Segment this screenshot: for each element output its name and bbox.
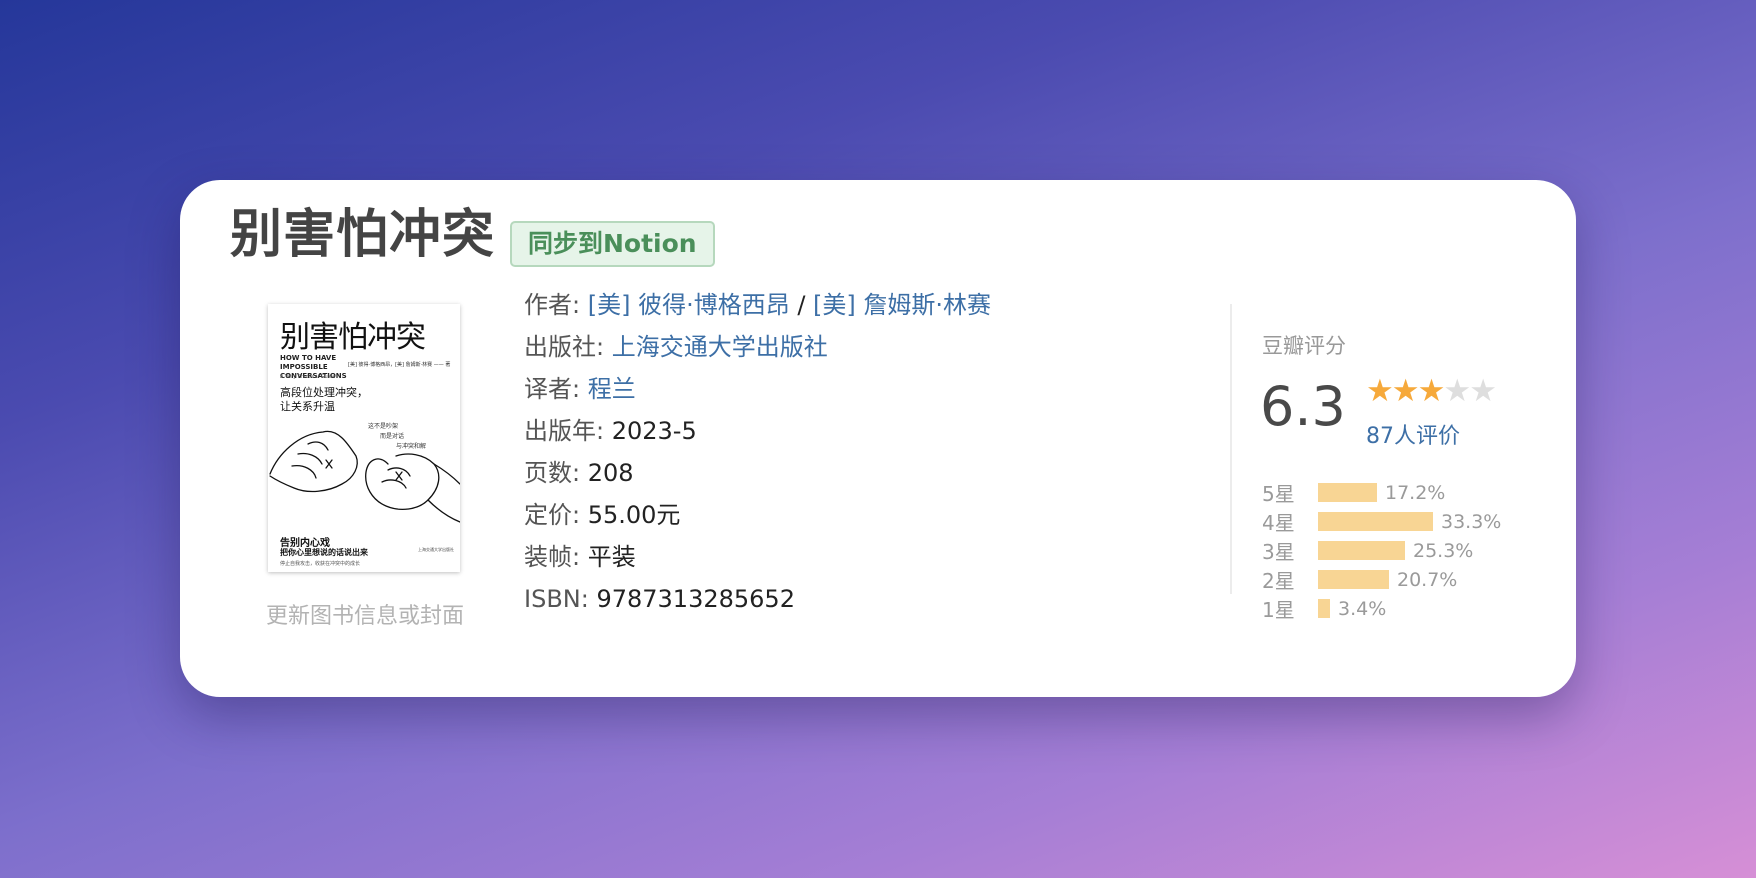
info-row-year: 出版年: 2023-5 xyxy=(524,414,991,456)
distribution-percent: 20.7% xyxy=(1397,568,1458,591)
info-row-author: 作者: [美] 彼得·博格西昂 / [美] 詹姆斯·林赛 xyxy=(524,288,991,330)
book-title: 别害怕冲突 xyxy=(230,205,496,265)
distribution-row: 2星 20.7% xyxy=(1262,565,1501,594)
distribution-label: 5星 xyxy=(1262,482,1295,506)
rating-count-link[interactable]: 87人评价 xyxy=(1366,418,1460,450)
svg-text:这不是吵架: 这不是吵架 xyxy=(368,422,398,430)
info-row-translator: 译者: 程兰 xyxy=(524,372,991,414)
svg-text:与冲突和解: 与冲突和解 xyxy=(396,442,426,450)
distribution-percent: 3.4% xyxy=(1338,597,1387,620)
cover-english-subtitle: A Very Practical Guide xyxy=(280,374,336,380)
distribution-percent: 25.3% xyxy=(1413,539,1474,562)
info-row-pages: 页数: 208 xyxy=(524,456,991,498)
sync-to-notion-button[interactable]: 同步到Notion xyxy=(510,221,715,267)
info-row-binding: 装帧: 平装 xyxy=(524,540,991,582)
cover-slogan-line: 高段位处理冲突， xyxy=(280,386,368,399)
star-filled-icon: ★ xyxy=(1391,373,1420,409)
distribution-label: 2星 xyxy=(1262,569,1295,593)
distribution-bar xyxy=(1318,512,1433,531)
translator-link[interactable]: 程兰 xyxy=(588,375,636,403)
distribution-label: 4星 xyxy=(1262,511,1295,535)
distribution-bar xyxy=(1318,541,1405,560)
distribution-percent: 33.3% xyxy=(1441,510,1502,533)
distribution-row: 1星 3.4% xyxy=(1262,594,1501,623)
isbn-value: 9787313285652 xyxy=(596,585,795,613)
binding-value: 平装 xyxy=(587,543,636,571)
distribution-bar xyxy=(1318,483,1377,502)
distribution-row: 5星 17.2% xyxy=(1262,478,1501,507)
star-filled-icon: ★ xyxy=(1417,373,1446,409)
pages-value: 208 xyxy=(587,459,634,487)
rating-distribution: 5星 17.2% 4星 33.3% 3星 25.3% 2星 20.7% 1星 3… xyxy=(1262,478,1501,623)
update-book-info-link[interactable]: 更新图书信息或封面 xyxy=(235,598,495,630)
book-cover[interactable]: 别害怕冲突 HOW TO HAVE IMPOSSIBLE CONVERSATIO… xyxy=(268,304,460,572)
distribution-label: 3星 xyxy=(1262,540,1295,564)
star-empty-icon: ★ xyxy=(1469,373,1497,409)
rating-score: 6.3 xyxy=(1260,375,1346,438)
binding-label: 装帧: xyxy=(524,543,588,571)
section-divider xyxy=(1230,304,1232,594)
distribution-bar xyxy=(1318,599,1330,618)
distribution-row: 3星 25.3% xyxy=(1262,536,1501,565)
price-label: 定价: xyxy=(524,501,588,529)
author-link[interactable]: [美] 詹姆斯·林赛 xyxy=(813,291,991,319)
author-separator: / xyxy=(789,291,814,319)
info-row-isbn: ISBN: 9787313285652 xyxy=(524,582,991,624)
svg-text:而是对话: 而是对话 xyxy=(380,432,404,440)
publisher-link[interactable]: 上海交通大学出版社 xyxy=(612,333,828,361)
distribution-label: 1星 xyxy=(1262,598,1295,622)
publisher-label: 出版社: xyxy=(524,333,612,361)
rating-label: 豆瓣评分 xyxy=(1262,334,1346,358)
info-row-price: 定价: 55.00元 xyxy=(524,498,991,540)
rating-stars: ★★★★★ xyxy=(1366,373,1497,409)
price-value: 55.00元 xyxy=(587,501,681,529)
fist-bump-illustration: 这不是吵架 而是对话 与冲突和解 xyxy=(269,422,460,523)
year-label: 出版年: xyxy=(524,417,612,445)
year-value: 2023-5 xyxy=(611,417,697,445)
star-filled-icon: ★ xyxy=(1366,373,1394,409)
distribution-bar xyxy=(1318,570,1389,589)
cover-bottom-note: 停止自我攻击，收获在冲突中的成长 xyxy=(280,561,361,567)
cover-bottom-subtitle: 把你心里想说的话说出来 xyxy=(280,548,368,557)
star-empty-icon: ★ xyxy=(1443,373,1471,409)
distribution-row: 4星 33.3% xyxy=(1262,507,1501,536)
pages-label: 页数: xyxy=(524,459,588,487)
author-label: 作者: xyxy=(524,291,588,319)
translator-label: 译者: xyxy=(524,375,588,403)
info-row-publisher: 出版社: 上海交通大学出版社 xyxy=(524,330,991,372)
cover-publisher-mark: 上海交通大学出版社 xyxy=(418,547,454,552)
book-info: 作者: [美] 彼得·博格西昂 / [美] 詹姆斯·林赛 出版社: 上海交通大学… xyxy=(524,288,991,624)
cover-slogan-line: 让关系升温 xyxy=(280,400,335,413)
cover-authors: [美] 彼得·博格西昂，[美] 詹姆斯·林赛 —— 著 xyxy=(348,362,451,368)
cover-slogan: 高段位处理冲突， 让关系升温 xyxy=(280,386,368,414)
distribution-percent: 17.2% xyxy=(1385,481,1446,504)
cover-title: 别害怕冲突 xyxy=(280,320,426,355)
author-link[interactable]: [美] 彼得·博格西昂 xyxy=(588,291,790,319)
isbn-label: ISBN: xyxy=(524,585,597,613)
book-card: 别害怕冲突 同步到Notion 别害怕冲突 HOW TO HAVE IMPOSS… xyxy=(180,180,1576,697)
